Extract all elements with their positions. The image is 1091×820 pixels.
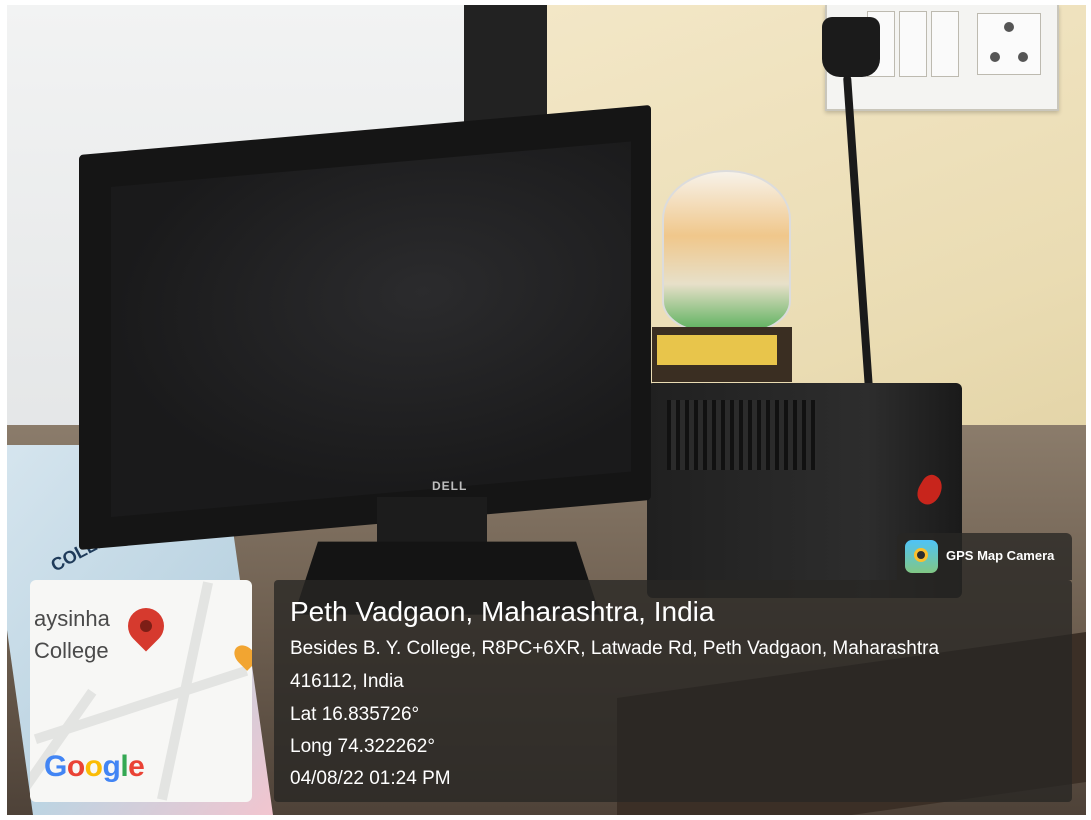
power-socket — [977, 13, 1041, 75]
datetime-text: 04/08/22 01:24 PM — [290, 768, 451, 789]
ups-vents — [667, 400, 817, 470]
gps-camera-app-icon — [905, 540, 938, 573]
badge-label: GPS Map Camera — [946, 548, 1055, 563]
trophy-plate — [657, 335, 777, 365]
map-thumbnail: aysinha College Google — [30, 580, 252, 802]
trophy — [662, 170, 791, 334]
monitor-screen — [111, 141, 631, 517]
map-place-label: aysinha — [34, 606, 110, 631]
location-pin-icon — [120, 600, 172, 652]
location-title: Peth Vadgaon, Maharashtra, India — [290, 596, 715, 627]
power-plug — [822, 17, 880, 77]
longitude-text: Long 74.322262° — [290, 736, 435, 757]
google-logo: Google — [44, 750, 145, 783]
wall-switch — [931, 11, 959, 77]
address-line: 416112, India — [290, 671, 404, 692]
latitude-text: Lat 16.835726° — [290, 704, 420, 725]
monitor-brand-logo: DELL — [432, 479, 468, 493]
wall-switch — [899, 11, 927, 77]
address-line: Besides B. Y. College, R8PC+6XR, Latwade… — [290, 638, 940, 659]
map-place-label: College — [34, 638, 109, 663]
